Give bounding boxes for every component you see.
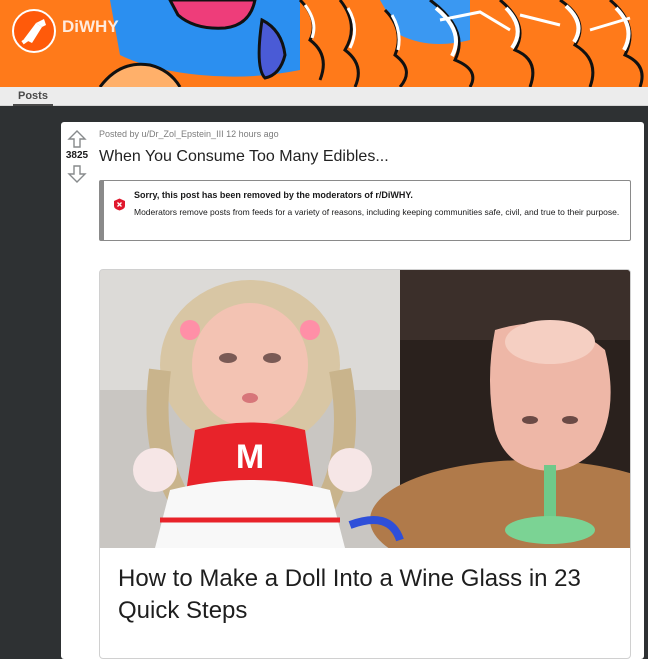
preview-overlay-title: How to Make a Doll Into a Wine Glass in … bbox=[118, 565, 581, 624]
post-title[interactable]: When You Consume Too Many Edibles... bbox=[99, 148, 389, 166]
tab-posts[interactable]: Posts bbox=[13, 90, 53, 106]
subreddit-name[interactable]: DiWHY bbox=[62, 17, 119, 37]
post-meta[interactable]: Posted by u/Dr_Zol_Epstein_III 12 hours … bbox=[99, 129, 279, 139]
banner-art bbox=[0, 0, 648, 87]
subreddit-tab-bar: Posts bbox=[0, 87, 648, 106]
removed-x-icon bbox=[114, 198, 125, 211]
upvote-arrow-icon[interactable] bbox=[67, 130, 87, 148]
vote-count: 3825 bbox=[65, 150, 89, 161]
removal-heading: Sorry, this post has been removed by the… bbox=[134, 190, 413, 200]
removal-notice: Sorry, this post has been removed by the… bbox=[99, 180, 631, 241]
doll-shirt-letter: M bbox=[236, 438, 264, 476]
downvote-arrow-icon[interactable] bbox=[67, 165, 87, 183]
subreddit-banner: DiWHY bbox=[0, 0, 648, 87]
post-card[interactable]: 3825 Posted by u/Dr_Zol_Epstein_III 12 h… bbox=[61, 122, 644, 659]
doll-wine-glass-image: M bbox=[100, 270, 630, 548]
diwhy-logo-icon[interactable] bbox=[12, 9, 56, 53]
removal-body: Moderators remove posts from feeds for a… bbox=[134, 207, 620, 217]
link-preview[interactable]: M How to Make a Doll Into a Wine Glass i… bbox=[99, 269, 631, 659]
